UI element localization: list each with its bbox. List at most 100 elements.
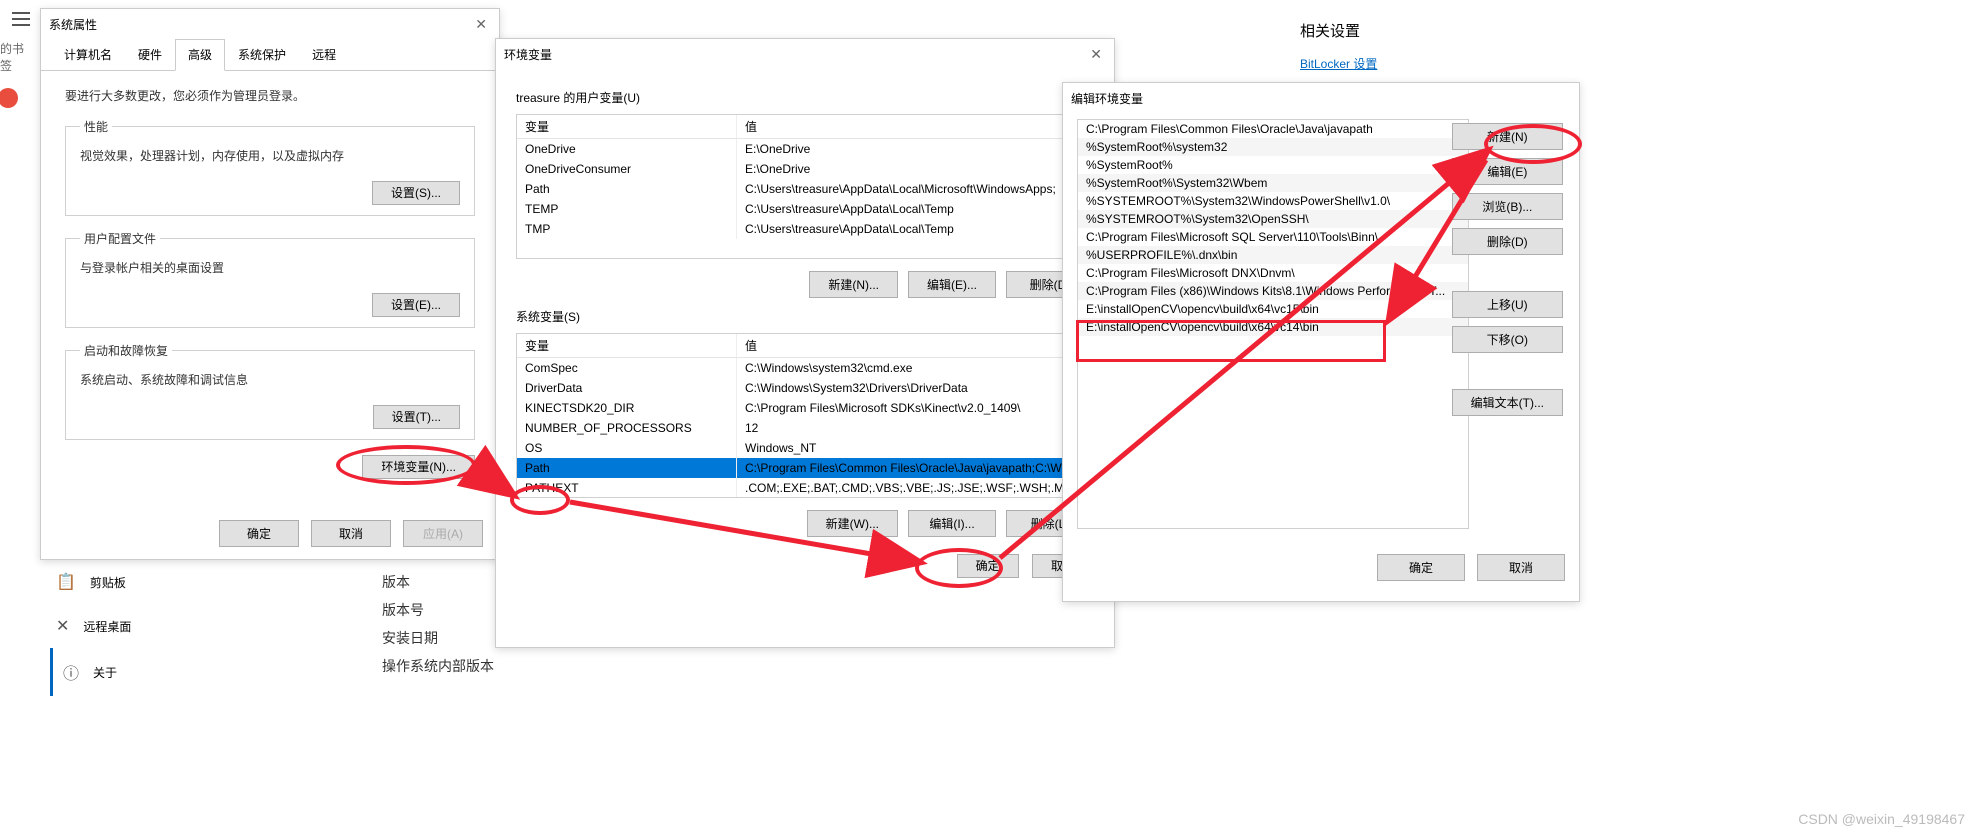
legend-performance: 性能: [80, 118, 112, 135]
table-row[interactable]: OneDriveE:\OneDrive: [517, 139, 1093, 159]
profile-desc: 与登录帐户相关的桌面设置: [80, 259, 460, 276]
group-performance: 性能 视觉效果，处理器计划，内存使用，以及虚拟内存 设置(S)...: [65, 118, 475, 216]
table-row[interactable]: NUMBER_OF_PROCESSORS12: [517, 418, 1093, 438]
dialog-title: 环境变量: [504, 46, 552, 63]
col-var: 变量: [517, 334, 737, 357]
about-section: 版本 版本号 安装日期 操作系统内部版本: [382, 568, 494, 680]
cancel-button[interactable]: 取消: [311, 520, 391, 547]
user-vars-label: treasure 的用户变量(U): [516, 89, 1094, 106]
list-item[interactable]: C:\Program Files\Microsoft DNX\Dnvm\: [1078, 264, 1468, 282]
table-row[interactable]: ComSpecC:\Windows\system32\cmd.exe: [517, 358, 1093, 378]
about-install-date: 安装日期: [382, 624, 494, 652]
about-build: 版本号: [382, 596, 494, 624]
ok-button[interactable]: 确定: [1377, 554, 1465, 581]
about-version: 版本: [382, 568, 494, 596]
down-button[interactable]: 下移(O): [1452, 326, 1563, 353]
table-row[interactable]: TMPC:\Users\treasure\AppData\Local\Temp: [517, 219, 1093, 239]
user-new-button[interactable]: 新建(N)...: [809, 271, 898, 298]
user-vars-table[interactable]: 变量值 OneDriveE:\OneDriveOneDriveConsumerE…: [516, 114, 1094, 259]
list-item[interactable]: E:\installOpenCV\opencv\build\x64\vc14\b…: [1078, 318, 1468, 336]
info-icon: ⓘ: [63, 660, 79, 684]
table-row[interactable]: OSWindows_NT: [517, 438, 1093, 458]
env-vars-button[interactable]: 环境变量(N)...: [362, 455, 475, 479]
list-item[interactable]: E:\installOpenCV\opencv\build\x64\vc15\b…: [1078, 300, 1468, 318]
list-item[interactable]: C:\Program Files\Common Files\Oracle\Jav…: [1078, 120, 1468, 138]
watermark: CSDN @weixin_49198467: [1798, 811, 1965, 827]
list-item[interactable]: C:\Program Files (x86)\Windows Kits\8.1\…: [1078, 282, 1468, 300]
about-os-build: 操作系统内部版本: [382, 652, 494, 680]
nav-remote[interactable]: ✕ 远程桌面: [50, 604, 137, 648]
col-val: 值: [737, 115, 1093, 138]
legend-profile: 用户配置文件: [80, 230, 160, 247]
delete-button[interactable]: 删除(D): [1452, 228, 1563, 255]
browser-chrome: 的书签: [4, 4, 34, 108]
tab-advanced[interactable]: 高级: [175, 39, 225, 71]
startup-desc: 系统启动、系统故障和调试信息: [80, 371, 460, 388]
user-edit-button[interactable]: 编辑(E)...: [908, 271, 996, 298]
nav-label: 远程桌面: [83, 618, 131, 635]
remote-icon: ✕: [56, 616, 69, 636]
related-heading: 相关设置: [1300, 20, 1377, 41]
group-profile: 用户配置文件 与登录帐户相关的桌面设置 设置(E)...: [65, 230, 475, 328]
group-startup: 启动和故障恢复 系统启动、系统故障和调试信息 设置(T)...: [65, 342, 475, 440]
table-row[interactable]: KINECTSDK20_DIRC:\Program Files\Microsof…: [517, 398, 1093, 418]
apply-button[interactable]: 应用(A): [403, 520, 483, 547]
list-item[interactable]: %SYSTEMROOT%\System32\WindowsPowerShell\…: [1078, 192, 1468, 210]
up-button[interactable]: 上移(U): [1452, 291, 1563, 318]
sys-edit-button[interactable]: 编辑(I)...: [908, 510, 996, 537]
path-listbox[interactable]: C:\Program Files\Common Files\Oracle\Jav…: [1077, 119, 1469, 529]
dialog-title: 系统属性: [49, 16, 97, 33]
table-row[interactable]: PATHEXT.COM;.EXE;.BAT;.CMD;.VBS;.VBE;.JS…: [517, 478, 1093, 498]
legend-startup: 启动和故障恢复: [80, 342, 172, 359]
col-var: 变量: [517, 115, 737, 138]
ok-button[interactable]: 确定: [219, 520, 299, 547]
nav-clipboard[interactable]: 📋剪贴板: [50, 560, 137, 604]
table-row[interactable]: PathC:\Users\treasure\AppData\Local\Micr…: [517, 179, 1093, 199]
system-properties-dialog: 系统属性 ✕ 计算机名 硬件 高级 系统保护 远程 要进行大多数更改，您必须作为…: [40, 8, 500, 560]
tabs: 计算机名 硬件 高级 系统保护 远程: [41, 39, 499, 71]
cancel-button[interactable]: 取消: [1477, 554, 1565, 581]
list-item[interactable]: %SystemRoot%: [1078, 156, 1468, 174]
list-item[interactable]: %USERPROFILE%\.dnx\bin: [1078, 246, 1468, 264]
tab-protection[interactable]: 系统保护: [225, 39, 299, 70]
sys-vars-table[interactable]: 变量值 ComSpecC:\Windows\system32\cmd.exeDr…: [516, 333, 1094, 498]
browse-button[interactable]: 浏览(B)...: [1452, 193, 1563, 220]
close-icon[interactable]: ✕: [1086, 42, 1106, 67]
dialog-title: 编辑环境变量: [1071, 90, 1143, 107]
tab-hardware[interactable]: 硬件: [125, 39, 175, 70]
table-row[interactable]: DriverDataC:\Windows\System32\Drivers\Dr…: [517, 378, 1093, 398]
list-item[interactable]: %SystemRoot%\system32: [1078, 138, 1468, 156]
table-row[interactable]: OneDriveConsumerE:\OneDrive: [517, 159, 1093, 179]
tab-remote[interactable]: 远程: [299, 39, 349, 70]
hamburger-icon[interactable]: [4, 4, 34, 34]
bitlocker-link[interactable]: BitLocker 设置: [1300, 57, 1377, 71]
nav-label: 关于: [93, 664, 117, 681]
perf-desc: 视觉效果，处理器计划，内存使用，以及虚拟内存: [80, 147, 460, 164]
env-vars-dialog: 环境变量 ✕ treasure 的用户变量(U) 变量值 OneDriveE:\…: [495, 38, 1115, 648]
table-row[interactable]: TEMPC:\Users\treasure\AppData\Local\Temp: [517, 199, 1093, 219]
nav-label: 剪贴板: [90, 574, 126, 591]
sys-vars-label: 系统变量(S): [516, 308, 1094, 325]
edit-env-dialog: 编辑环境变量 C:\Program Files\Common Files\Ora…: [1062, 82, 1580, 602]
settings-nav: 📋剪贴板 ✕ 远程桌面 ⓘ 关于: [50, 560, 137, 696]
new-button[interactable]: 新建(N): [1452, 123, 1563, 150]
ok-button[interactable]: 确定: [957, 554, 1019, 578]
edit-button[interactable]: 编辑(E): [1452, 158, 1563, 185]
startup-settings-button[interactable]: 设置(T)...: [373, 405, 460, 429]
tab-computer[interactable]: 计算机名: [51, 39, 125, 70]
perf-settings-button[interactable]: 设置(S)...: [372, 181, 460, 205]
list-item[interactable]: C:\Program Files\Microsoft SQL Server\11…: [1078, 228, 1468, 246]
bookmarks-label: 的书签: [0, 40, 34, 74]
sys-new-button[interactable]: 新建(W)...: [807, 510, 898, 537]
table-row[interactable]: PathC:\Program Files\Common Files\Oracle…: [517, 458, 1093, 478]
close-icon[interactable]: ✕: [471, 12, 491, 37]
titlebar: 环境变量 ✕: [496, 39, 1114, 69]
profile-settings-button[interactable]: 设置(E)...: [372, 293, 460, 317]
red-dot-icon: [0, 88, 18, 108]
nav-about[interactable]: ⓘ 关于: [50, 648, 137, 696]
list-item[interactable]: %SYSTEMROOT%\System32\OpenSSH\: [1078, 210, 1468, 228]
list-item[interactable]: %SystemRoot%\System32\Wbem: [1078, 174, 1468, 192]
titlebar: 编辑环境变量: [1063, 83, 1579, 113]
titlebar: 系统属性 ✕: [41, 9, 499, 39]
edit-text-button[interactable]: 编辑文本(T)...: [1452, 389, 1563, 416]
